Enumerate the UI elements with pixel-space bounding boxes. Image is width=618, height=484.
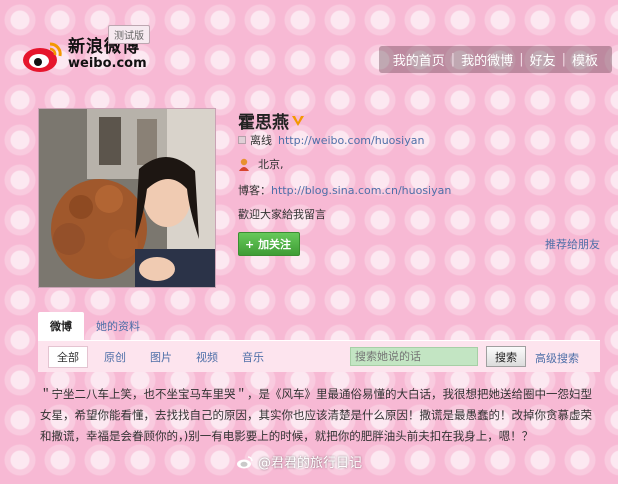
top-bar: 新浪微博 weibo.com 测试版 我的首页 | 我的微博 | 好友 | 模板 bbox=[0, 0, 618, 90]
location: 北京, bbox=[258, 158, 284, 171]
profile-name: 霍思燕 bbox=[238, 113, 289, 133]
profile-tabs: 微博 她的资料 bbox=[38, 312, 152, 340]
filter-original[interactable]: 原创 bbox=[96, 347, 134, 367]
blog-label: 博客： bbox=[238, 184, 271, 197]
top-nav: 我的首页 | 我的微博 | 好友 | 模板 bbox=[378, 46, 612, 73]
nav-home[interactable]: 我的首页 bbox=[387, 50, 451, 69]
watermark: @君君的旅行日记 bbox=[236, 452, 362, 471]
filter-bar: 全部 原创 图片 视频 音乐 搜索 高级搜索 bbox=[38, 340, 600, 372]
beta-badge: 测试版 bbox=[108, 25, 150, 44]
profile-bio: 歡迎大家給我留言 bbox=[238, 208, 326, 221]
female-user-icon bbox=[239, 158, 249, 171]
post-text: ＂宁坐二八车上笑，也不坐宝马车里哭＂，是《风车》里最通俗易懂的大白话，我很想把她… bbox=[40, 387, 592, 443]
profile-card: 霍思燕 离线 http://weibo.com/huosiyan 北京, 博客：… bbox=[38, 108, 614, 288]
weibo-url-link[interactable]: http://weibo.com/huosiyan bbox=[278, 134, 424, 147]
advanced-search-link[interactable]: 高级搜索 bbox=[535, 350, 579, 366]
follow-button[interactable]: + 加关注 bbox=[238, 232, 301, 256]
verified-v-icon bbox=[292, 115, 304, 126]
logo-text-en: weibo.com bbox=[68, 56, 147, 72]
recommend-to-friend-link[interactable]: 推荐给朋友 bbox=[545, 236, 600, 252]
weibo-eye-icon bbox=[23, 42, 62, 72]
offline-status-icon bbox=[238, 136, 246, 144]
tab-weibo[interactable]: 微博 bbox=[38, 312, 84, 340]
tab-her-profile[interactable]: 她的资料 bbox=[84, 312, 152, 340]
avatar-photo bbox=[39, 109, 215, 287]
filter-images[interactable]: 图片 bbox=[142, 347, 180, 367]
search-input[interactable] bbox=[350, 347, 478, 366]
watermark-text: @君君的旅行日记 bbox=[258, 456, 363, 471]
online-status: 离线 bbox=[250, 134, 272, 147]
nav-templates[interactable]: 模板 bbox=[566, 50, 604, 69]
blog-url-link[interactable]: http://blog.sina.com.cn/huosiyan bbox=[271, 184, 451, 197]
filter-videos[interactable]: 视频 bbox=[188, 347, 226, 367]
search-button[interactable]: 搜索 bbox=[486, 346, 526, 367]
weibo-watermark-icon bbox=[237, 455, 253, 468]
filter-all[interactable]: 全部 bbox=[48, 345, 88, 368]
nav-my-weibo[interactable]: 我的微博 bbox=[455, 50, 519, 69]
plus-icon: + bbox=[245, 238, 255, 251]
filter-music[interactable]: 音乐 bbox=[234, 347, 272, 367]
follow-button-label: 加关注 bbox=[258, 238, 292, 251]
nav-friends[interactable]: 好友 bbox=[524, 50, 562, 69]
avatar[interactable] bbox=[38, 108, 216, 288]
